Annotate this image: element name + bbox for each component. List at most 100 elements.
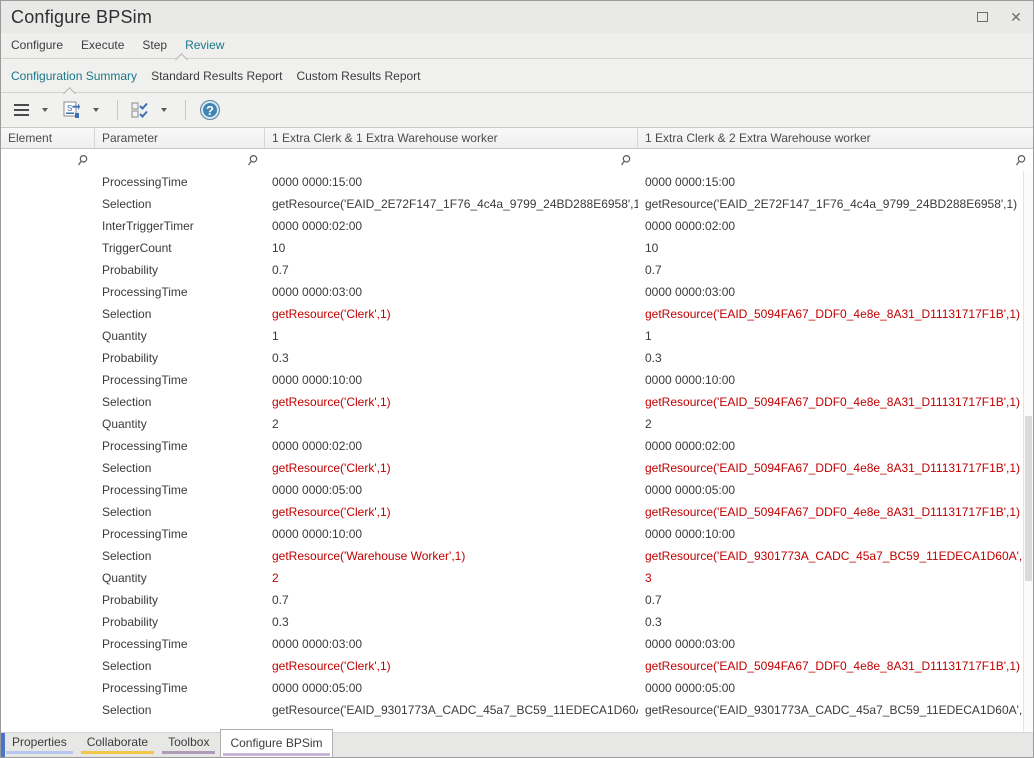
cell-parameter[interactable]: ProcessingTime [95, 281, 265, 303]
cell-value-2[interactable]: 0000 0000:05:00 [638, 479, 1033, 501]
cell-value-2[interactable]: 0000 0000:02:00 [638, 215, 1033, 237]
table-row[interactable]: Quantity23 [1, 567, 1033, 589]
cell-element[interactable] [1, 171, 95, 193]
table-row[interactable]: SelectiongetResource('Clerk',1)getResour… [1, 501, 1033, 523]
menu-item-review[interactable]: Review [176, 33, 233, 58]
cell-value-1[interactable]: getResource('Clerk',1) [265, 501, 638, 523]
bottom-tab-toolbox[interactable]: Toolbox [159, 733, 218, 757]
cell-value-2[interactable]: 0000 0000:02:00 [638, 435, 1033, 457]
table-row[interactable]: ProcessingTime0000 0000:15:000000 0000:1… [1, 171, 1033, 193]
bottom-tab-properties[interactable]: Properties [3, 733, 76, 757]
cell-value-1[interactable]: 0000 0000:02:00 [265, 435, 638, 457]
cell-element[interactable] [1, 545, 95, 567]
cell-value-1[interactable]: 0.7 [265, 589, 638, 611]
cell-value-2[interactable]: 0000 0000:03:00 [638, 633, 1033, 655]
cell-parameter[interactable]: Quantity [95, 567, 265, 589]
cell-parameter[interactable]: Selection [95, 545, 265, 567]
filter-cell-scenario-2[interactable] [638, 149, 1033, 171]
cell-value-2[interactable]: getResource('EAID_9301773A_CADC_45a7_BC5… [638, 699, 1033, 721]
cell-value-1[interactable]: 0000 0000:10:00 [265, 523, 638, 545]
cell-value-2[interactable]: 0000 0000:10:00 [638, 369, 1033, 391]
filter-cell-element[interactable] [1, 149, 95, 171]
cell-value-1[interactable]: getResource('EAID_2E72F147_1F76_4c4a_979… [265, 193, 638, 215]
cell-element[interactable] [1, 215, 95, 237]
cell-parameter[interactable]: Probability [95, 259, 265, 281]
cell-element[interactable] [1, 589, 95, 611]
cell-element[interactable] [1, 677, 95, 699]
cell-element[interactable] [1, 391, 95, 413]
hamburger-menu-button[interactable] [11, 98, 31, 122]
cell-parameter[interactable]: Probability [95, 611, 265, 633]
bottom-tab-configure-bpsim[interactable]: Configure BPSim [220, 729, 332, 757]
cell-value-2[interactable]: getResource('EAID_5094FA67_DDF0_4e8e_8A3… [638, 457, 1033, 479]
cell-value-1[interactable]: 2 [265, 567, 638, 589]
cell-value-2[interactable]: 0.7 [638, 589, 1033, 611]
table-row[interactable]: SelectiongetResource('Clerk',1)getResour… [1, 303, 1033, 325]
table-row[interactable]: Probability0.70.7 [1, 259, 1033, 281]
cell-value-1[interactable]: 0000 0000:05:00 [265, 479, 638, 501]
tab-custom-results-report[interactable]: Custom Results Report [289, 69, 427, 83]
cell-parameter[interactable]: ProcessingTime [95, 171, 265, 193]
table-row[interactable]: ProcessingTime0000 0000:05:000000 0000:0… [1, 677, 1033, 699]
filter-cell-parameter[interactable] [95, 149, 265, 171]
cell-element[interactable] [1, 501, 95, 523]
cell-value-1[interactable]: 2 [265, 413, 638, 435]
table-row[interactable]: InterTriggerTimer0000 0000:02:000000 000… [1, 215, 1033, 237]
cell-parameter[interactable]: ProcessingTime [95, 523, 265, 545]
cell-value-1[interactable]: 0.3 [265, 611, 638, 633]
cell-parameter[interactable]: ProcessingTime [95, 479, 265, 501]
cell-value-1[interactable]: 10 [265, 237, 638, 259]
cell-value-1[interactable]: 0000 0000:10:00 [265, 369, 638, 391]
cell-parameter[interactable]: Selection [95, 457, 265, 479]
close-button[interactable]: ✕ [1005, 6, 1027, 28]
cell-value-2[interactable]: 0000 0000:10:00 [638, 523, 1033, 545]
cell-value-2[interactable]: 0.7 [638, 259, 1033, 281]
cell-value-1[interactable]: 0.7 [265, 259, 638, 281]
generate-report-button[interactable]: S [62, 98, 82, 122]
column-header-scenario-2[interactable]: 1 Extra Clerk & 2 Extra Warehouse worker [638, 128, 1033, 148]
maximize-button[interactable] [971, 6, 993, 28]
cell-element[interactable] [1, 237, 95, 259]
cell-element[interactable] [1, 325, 95, 347]
cell-parameter[interactable]: ProcessingTime [95, 633, 265, 655]
cell-element[interactable] [1, 193, 95, 215]
validate-dropdown[interactable] [153, 98, 173, 122]
cell-element[interactable] [1, 655, 95, 677]
cell-value-1[interactable]: getResource('Clerk',1) [265, 391, 638, 413]
vertical-scrollbar[interactable] [1023, 171, 1033, 732]
table-row[interactable]: Probability0.30.3 [1, 611, 1033, 633]
cell-parameter[interactable]: ProcessingTime [95, 435, 265, 457]
tab-configuration-summary[interactable]: Configuration Summary [4, 69, 144, 83]
cell-element[interactable] [1, 699, 95, 721]
table-row[interactable]: ProcessingTime0000 0000:10:000000 0000:1… [1, 523, 1033, 545]
table-row[interactable]: TriggerCount1010 [1, 237, 1033, 259]
bottom-tab-collaborate[interactable]: Collaborate [78, 733, 157, 757]
cell-element[interactable] [1, 457, 95, 479]
menu-item-configure[interactable]: Configure [2, 33, 72, 58]
cell-value-1[interactable]: getResource('Clerk',1) [265, 303, 638, 325]
table-row[interactable]: Quantity22 [1, 413, 1033, 435]
cell-value-2[interactable]: 0000 0000:05:00 [638, 677, 1033, 699]
hamburger-menu-dropdown[interactable] [34, 98, 54, 122]
cell-value-2[interactable]: 0000 0000:03:00 [638, 281, 1033, 303]
column-header-element[interactable]: Element [1, 128, 95, 148]
cell-parameter[interactable]: Selection [95, 699, 265, 721]
cell-value-2[interactable]: getResource('EAID_5094FA67_DDF0_4e8e_8A3… [638, 501, 1033, 523]
table-row[interactable]: SelectiongetResource('Warehouse Worker',… [1, 545, 1033, 567]
validate-button[interactable] [130, 98, 150, 122]
cell-element[interactable] [1, 369, 95, 391]
cell-value-2[interactable]: getResource('EAID_2E72F147_1F76_4c4a_979… [638, 193, 1033, 215]
table-row[interactable]: SelectiongetResource('EAID_9301773A_CADC… [1, 699, 1033, 721]
table-row[interactable]: SelectiongetResource('Clerk',1)getResour… [1, 457, 1033, 479]
cell-value-1[interactable]: 1 [265, 325, 638, 347]
cell-value-2[interactable]: getResource('EAID_5094FA67_DDF0_4e8e_8A3… [638, 303, 1033, 325]
table-row[interactable]: SelectiongetResource('EAID_2E72F147_1F76… [1, 193, 1033, 215]
cell-value-1[interactable]: getResource('EAID_9301773A_CADC_45a7_BC5… [265, 699, 638, 721]
table-row[interactable]: Probability0.70.7 [1, 589, 1033, 611]
cell-value-2[interactable]: getResource('EAID_5094FA67_DDF0_4e8e_8A3… [638, 391, 1033, 413]
cell-value-1[interactable]: 0000 0000:15:00 [265, 171, 638, 193]
cell-value-2[interactable]: 0.3 [638, 347, 1033, 369]
cell-value-2[interactable]: 0000 0000:15:00 [638, 171, 1033, 193]
filter-cell-scenario-1[interactable] [265, 149, 638, 171]
cell-element[interactable] [1, 523, 95, 545]
